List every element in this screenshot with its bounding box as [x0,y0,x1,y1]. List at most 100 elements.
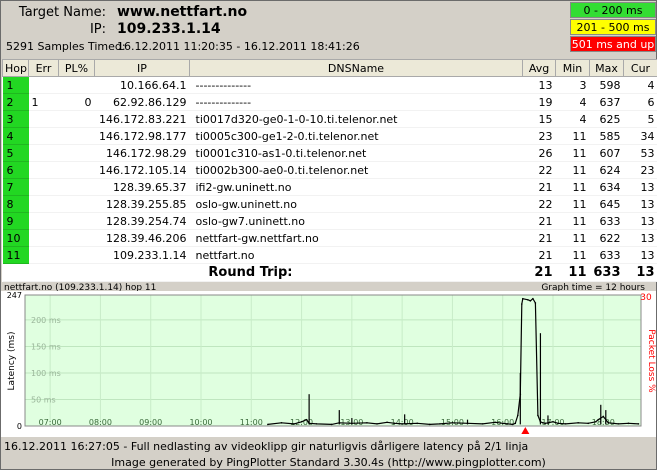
avg-cell: 22 [522,195,556,213]
table-row[interactable]: 8 128.39.255.85 oslo-gw.uninett.no 22 11 645 1… [2,195,657,213]
pl-cell [58,110,95,128]
latency-point [511,423,514,426]
avg-cell: 19 [522,93,556,111]
target-name-value: www.nettfart.no [117,4,248,20]
cur-cell: 23 [623,161,657,179]
cur-cell: 34 [623,127,657,145]
table-row[interactable]: 9 128.39.254.74 oslo-gw7.uninett.no 21 11 633… [2,212,657,230]
col-min[interactable]: Min [555,59,590,77]
latency-point [386,421,388,424]
avg-cell: 23 [522,127,556,145]
latency-point [534,302,537,304]
round-trip-avg: 21 [522,263,556,282]
avg-cell: 15 [522,110,556,128]
dnsname-cell: ti0002b300-ae0-0.ti.telenor.net [189,161,523,179]
y2-max-label: 30 [640,293,652,303]
col-ip[interactable]: IP [94,59,190,77]
latency-point [522,297,524,300]
latency-point [330,423,333,426]
avg-cell: 21 [522,229,556,247]
generated-by-credit: Image generated by PingPlotter Standard … [111,456,546,469]
latency-point [529,300,532,302]
max-cell: 637 [589,93,624,111]
table-row[interactable]: 3 146.172.83.221 ti0017d320-ge0-1-0-10.ti.… [2,110,657,128]
latency-point [514,422,517,425]
ip-cell: 146.172.98.29 [94,144,190,162]
table-row[interactable]: 4 146.172.98.177 ti0005c300-ge1-2-0.ti.tel… [2,127,657,145]
latency-point [607,422,610,424]
col-err[interactable]: Err [28,59,59,77]
latency-point [376,423,378,425]
y-tick-label: 50 ms [31,395,56,404]
hop-cell: 4 [2,127,29,145]
col-dnsname[interactable]: DNSName [189,59,523,77]
max-cell: 633 [589,246,624,264]
min-cell: 11 [555,195,590,213]
cur-cell: 5 [623,110,657,128]
max-cell: 633 [589,212,624,230]
ip-cell: 109.233.1.14 [94,246,190,264]
err-cell [28,127,59,145]
avg-cell: 21 [522,212,556,230]
cur-cell: 53 [623,144,657,162]
table-row[interactable]: 6 146.172.105.14 ti0002b300-ae0-0.ti.telen… [2,161,657,179]
latency-point [577,422,579,424]
latency-point [617,423,620,425]
latency-graph[interactable]: 050 ms100 ms150 ms200 ms24707:00 08:00 09:… [1,291,656,437]
table-row[interactable]: 2 1 0 62.92.86.129 -------------- 19 4 637 6 [2,93,657,111]
table-row[interactable]: 5 146.172.98.29 ti0001c310-as1-0.ti.teleno… [2,144,657,162]
min-cell: 4 [555,93,590,111]
cur-cell: 13 [623,178,657,196]
hop-cell: 5 [2,144,29,162]
col-pl[interactable]: PL% [58,59,95,77]
err-cell [28,178,59,196]
ip-cell: 146.172.98.177 [94,127,190,145]
latency-point [552,420,554,423]
dnsname-cell: -------------- [189,76,523,94]
pl-cell [58,195,95,213]
annotation-note: 16.12.2011 16:27:05 - Full nedlasting av… [4,440,529,453]
ip-cell: 128.39.254.74 [94,212,190,230]
samples-range: 16.12.2011 11:20:35 - 16.12.2011 18:41:2… [117,40,360,53]
col-hop[interactable]: Hop [2,59,29,77]
latency-point [527,298,529,301]
min-cell: 3 [555,76,590,94]
latency-point [267,423,269,426]
samples-label: 5291 Samples Timed: [6,40,126,53]
legend-high-label: 501 ms and up [571,38,655,51]
cur-cell: 4 [623,76,657,94]
avg-cell: 26 [522,144,556,162]
err-cell [28,144,59,162]
cur-cell: 13 [623,229,657,247]
col-avg[interactable]: Avg [522,59,556,77]
table-row[interactable]: 10 128.39.46.206 nettfart-gw.nettfart.no 21… [2,229,657,247]
cur-cell: 13 [623,212,657,230]
latency-point [439,423,441,425]
pl-cell [58,76,95,94]
table-row[interactable]: 7 128.39.65.37 ifi2-gw.uninett.no 21 11 634 13 [2,178,657,196]
ip-cell: 62.92.86.129 [94,93,190,111]
y-tick-label: 0 [17,422,22,431]
ip-cell: 146.172.83.221 [94,110,190,128]
latency-point [416,422,419,425]
pl-cell [58,161,95,179]
col-cur[interactable]: Cur [623,59,657,77]
err-cell [28,195,59,213]
latency-point [557,422,559,425]
y2-axis-title: Packet Loss % [646,329,656,393]
col-max[interactable]: Max [589,59,624,77]
min-cell: 11 [555,212,590,230]
ip-value: 109.233.1.14 [117,21,221,37]
latency-point [506,423,509,425]
ip-cell: 128.39.255.85 [94,195,190,213]
dnsname-cell: oslo-gw.uninett.no [189,195,523,213]
table-row[interactable]: 11 109.233.1.14 nettfart.no 21 11 633 13 [2,246,657,264]
ip-cell: 10.166.64.1 [94,76,190,94]
table-row[interactable]: 1 10.166.64.1 -------------- 13 3 598 4 [2,76,657,94]
table-header-row: Hop Err PL% IP DNSName Avg Min Max Cur [2,59,657,77]
hop-cell: 6 [2,161,29,179]
min-cell: 4 [555,110,590,128]
avg-cell: 21 [522,246,556,264]
err-cell [28,212,59,230]
err-cell [28,161,59,179]
